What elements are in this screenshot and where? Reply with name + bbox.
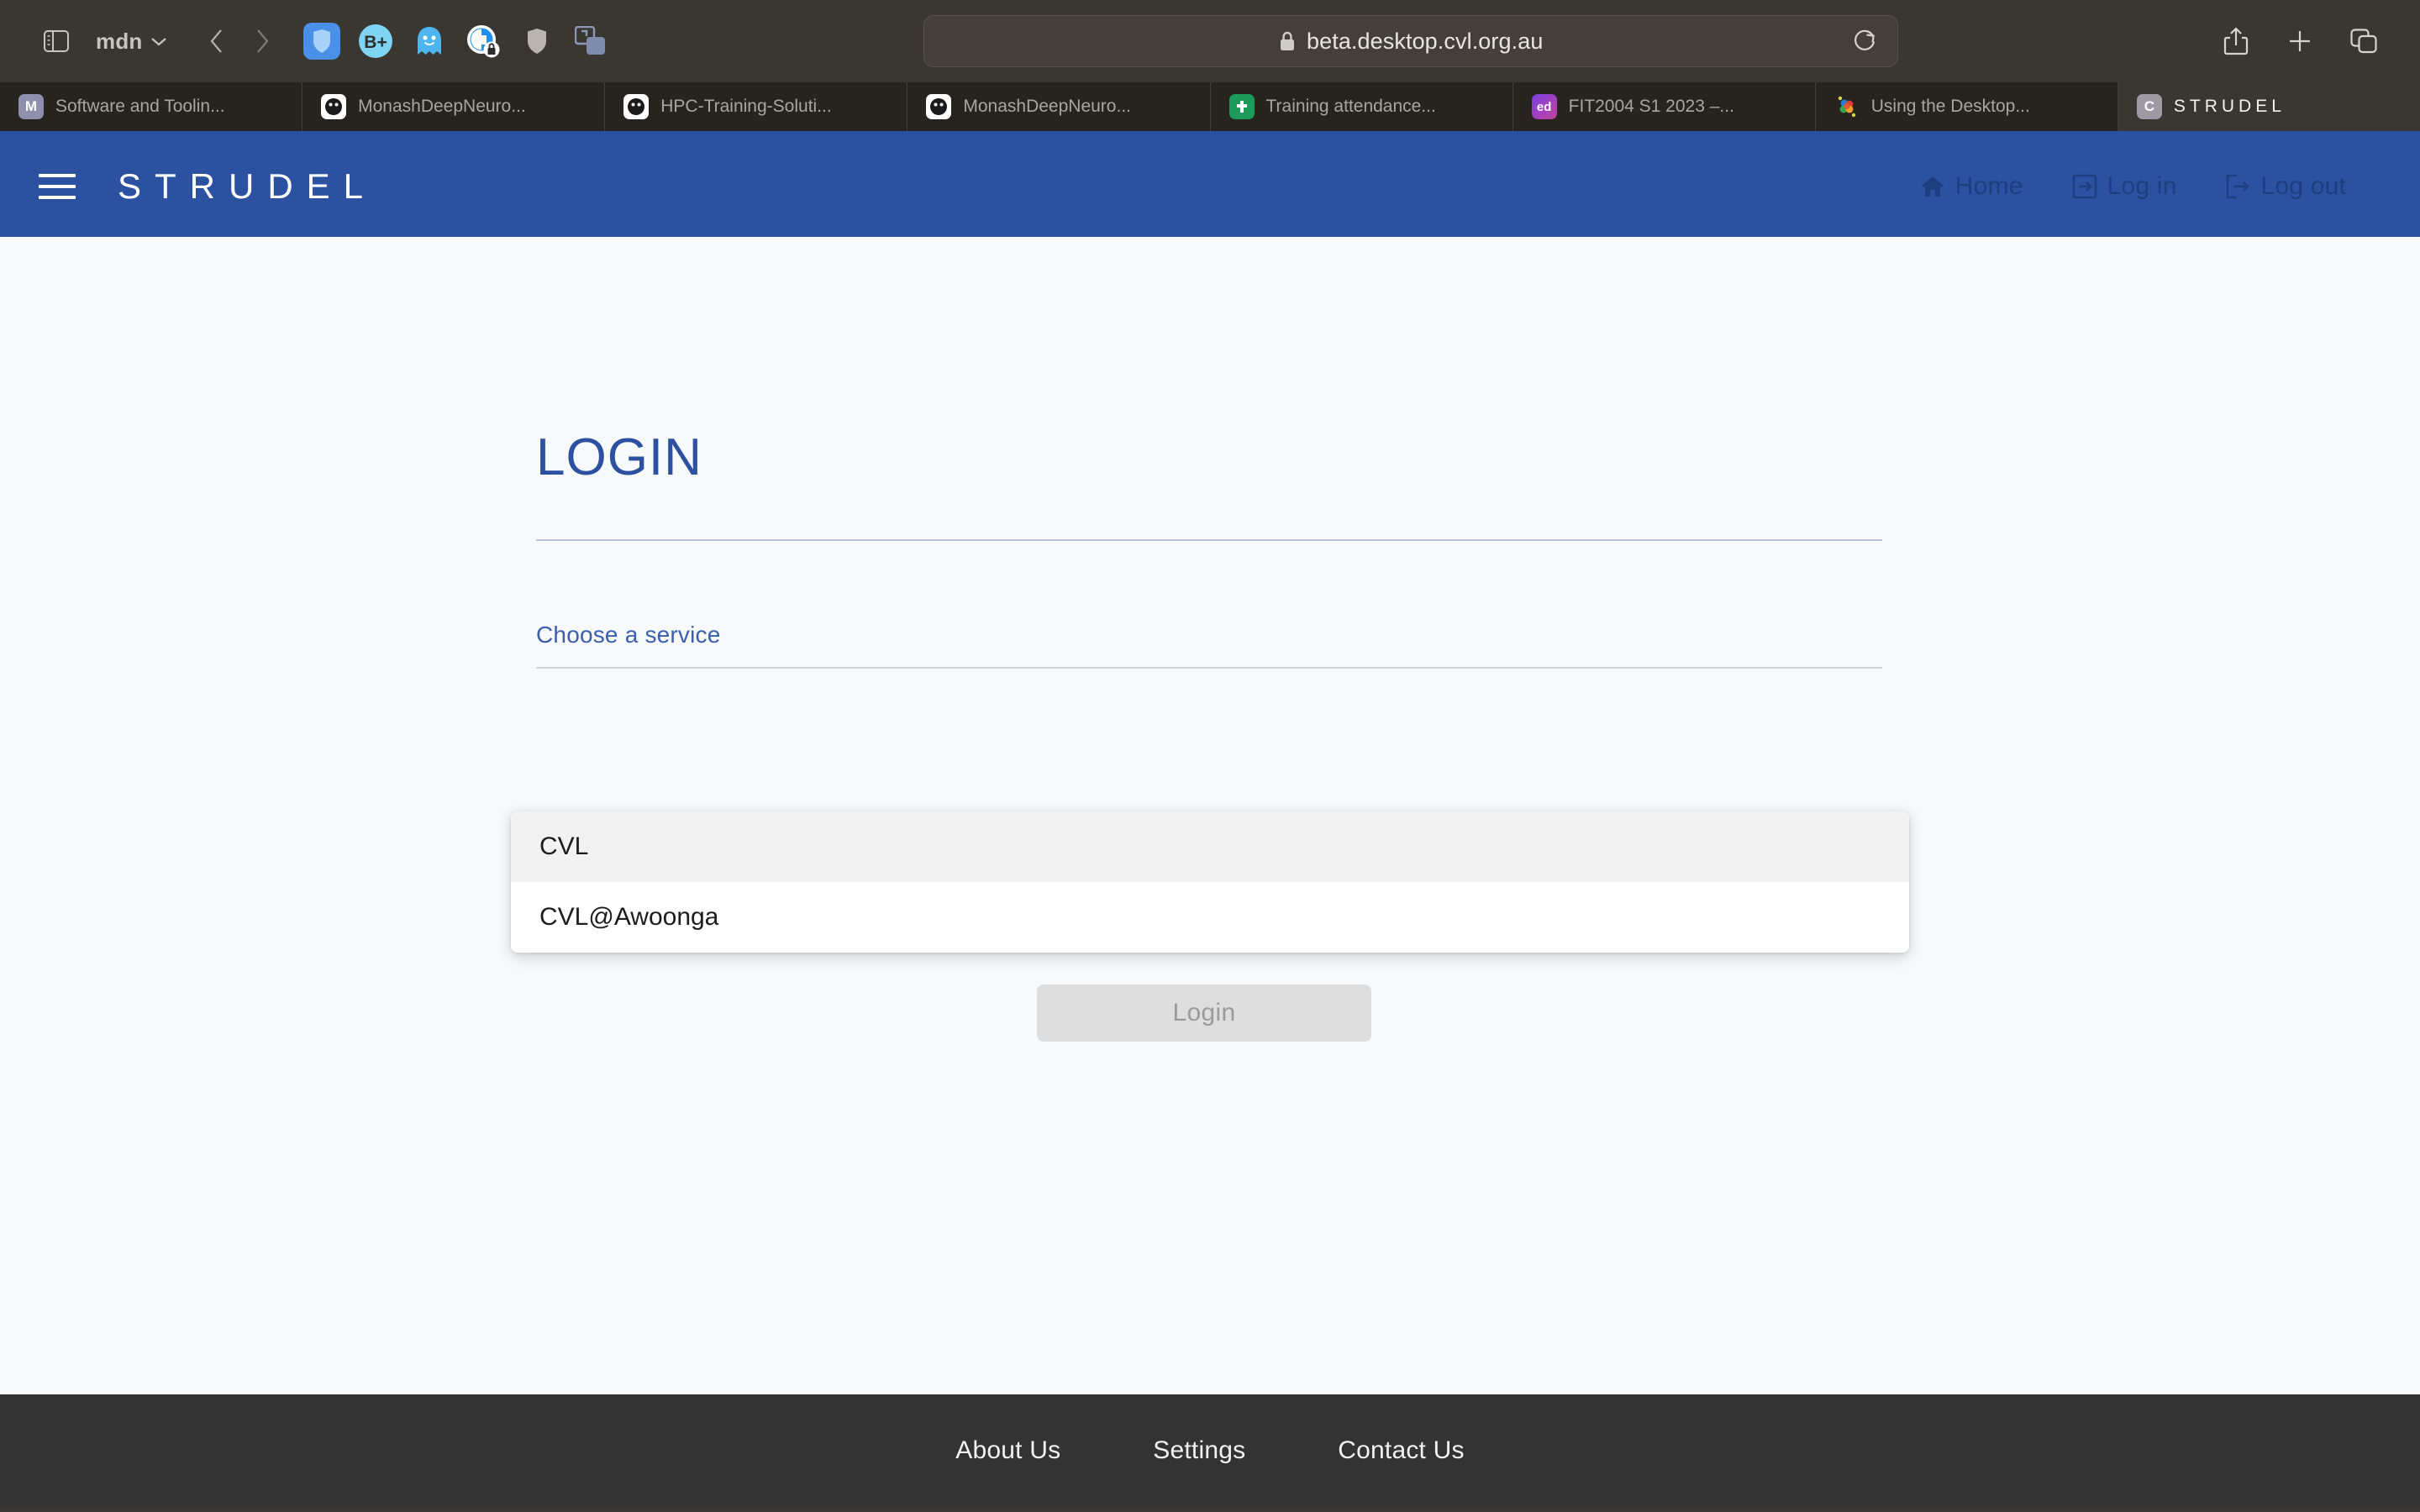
tab-title: Using the Desktop... [1870, 97, 2030, 116]
sidebar-toggle-icon[interactable] [32, 17, 81, 66]
page-footer: About Us Settings Contact Us [0, 1394, 2420, 1507]
nav-item-label: Log out [2260, 172, 2346, 200]
forward-arrow-icon[interactable] [239, 17, 285, 66]
chevron-down-icon [151, 38, 167, 46]
tab-favicon-github-icon [926, 94, 952, 119]
service-select-underline [536, 667, 1882, 669]
svg-text:B+: B+ [365, 33, 387, 52]
tab-favicon-github-icon [321, 94, 347, 119]
tab-title: FIT2004 S1 2023 –... [1568, 97, 1734, 116]
url-text: beta.desktop.cvl.org.au [1306, 28, 1544, 54]
browser-toolbar: mdn B+ beta.desktop.cvl.org.au [0, 0, 2420, 82]
app-header: STRUDEL Home Log in Log out [0, 136, 2420, 237]
browser-tab[interactable]: MonashDeepNeuro... [908, 82, 1211, 131]
tab-title: Software and Toolin... [55, 97, 225, 116]
login-panel: LOGIN Choose a service [536, 432, 1882, 669]
ghostery-extension-icon[interactable] [411, 23, 448, 60]
tab-title: STRUDEL [2173, 97, 2286, 116]
browser-chrome: mdn B+ beta.desktop.cvl.org.au M Softwar… [0, 0, 2420, 136]
nav-item-logout[interactable]: Log out [2226, 172, 2347, 201]
browser-tab-active[interactable]: C STRUDEL [2118, 82, 2420, 131]
footer-link-contact-us[interactable]: Contact Us [1338, 1436, 1464, 1465]
nav-item-label: Log in [2107, 172, 2177, 200]
title-divider [536, 539, 1882, 541]
browser-tab[interactable]: MonashDeepNeuro... [302, 82, 606, 131]
bplus-extension-icon[interactable]: B+ [357, 23, 394, 60]
footer-link-settings[interactable]: Settings [1153, 1436, 1245, 1465]
home-icon [1920, 176, 1944, 197]
tab-bar: M Software and Toolin... MonashDeepNeuro… [0, 82, 2420, 131]
page-title: LOGIN [536, 428, 702, 486]
reload-icon[interactable] [1847, 23, 1884, 60]
app-brand: STRUDEL [118, 166, 377, 206]
dropdown-option-cvl-awoonga[interactable]: CVL@Awoonga [511, 882, 1909, 953]
browser-tab[interactable]: M Software and Toolin... [0, 82, 303, 131]
dropdown-option-label: CVL@Awoonga [539, 903, 719, 931]
tab-overview-icon[interactable] [2339, 17, 2388, 66]
nav-item-login[interactable]: Log in [2072, 172, 2177, 201]
navigation-arrows [194, 17, 285, 66]
app-nav: Home Log in Log out [1920, 172, 2385, 201]
url-bar-container: beta.desktop.cvl.org.au [609, 15, 2212, 67]
page: STRUDEL Home Log in Log out LOGIN Choose… [0, 136, 2420, 1507]
toolbar-right-actions [2212, 17, 2388, 66]
service-select-field[interactable]: Choose a service [536, 622, 1882, 669]
bitwarden-extension-icon[interactable] [303, 23, 341, 60]
plus-icon[interactable] [2275, 17, 2324, 66]
tab-title: MonashDeepNeuro... [963, 97, 1131, 116]
url-bar[interactable]: beta.desktop.cvl.org.au [923, 15, 1898, 67]
browser-tab[interactable]: Using the Desktop... [1816, 82, 2118, 131]
back-arrow-icon[interactable] [194, 17, 239, 66]
tab-favicon-strudel-icon: C [2136, 94, 2162, 119]
login-button[interactable]: Login [1037, 984, 1371, 1042]
tab-favicon-monash-icon: M [18, 94, 44, 119]
login-icon [2072, 174, 2096, 199]
url-display: beta.desktop.cvl.org.au [1278, 29, 1543, 55]
extension-icons: B+ [303, 23, 609, 60]
shield-extension-icon[interactable] [518, 23, 555, 60]
browser-tab[interactable]: ed FIT2004 S1 2023 –... [1513, 82, 1816, 131]
hamburger-menu-icon[interactable] [35, 169, 79, 204]
browser-tab[interactable]: HPC-Training-Soluti... [605, 82, 908, 131]
main-content: LOGIN Choose a service CVL CVL@Awoonga L… [0, 237, 2420, 1394]
tab-favicon-sheets-icon [1228, 94, 1255, 119]
dropdown-option-cvl[interactable]: CVL [511, 811, 1909, 882]
tab-favicon-hex-icon [1834, 94, 1860, 119]
tab-title: Training attendance... [1265, 97, 1436, 116]
privacy-badger-extension-icon[interactable] [465, 23, 502, 60]
browser-tab[interactable]: Training attendance... [1211, 82, 1513, 131]
share-icon[interactable] [2212, 17, 2260, 66]
profile-label: mdn [96, 28, 143, 54]
footer-link-about-us[interactable]: About Us [955, 1436, 1060, 1465]
tab-favicon-github-icon [623, 94, 650, 119]
logout-icon [2226, 174, 2249, 199]
nav-item-label: Home [1954, 172, 2023, 200]
lock-icon [1280, 31, 1294, 50]
tab-title: HPC-Training-Soluti... [660, 97, 832, 116]
tab-title: MonashDeepNeuro... [358, 97, 526, 116]
window-extension-icon[interactable] [572, 23, 609, 60]
dropdown-option-label: CVL [539, 832, 589, 860]
tab-favicon-ed-icon: ed [1531, 94, 1557, 119]
profile-switcher[interactable]: mdn [86, 17, 177, 66]
service-dropdown-menu[interactable]: CVL CVL@Awoonga [511, 811, 1909, 953]
nav-item-home[interactable]: Home [1920, 172, 2023, 201]
service-select-label: Choose a service [536, 622, 721, 648]
